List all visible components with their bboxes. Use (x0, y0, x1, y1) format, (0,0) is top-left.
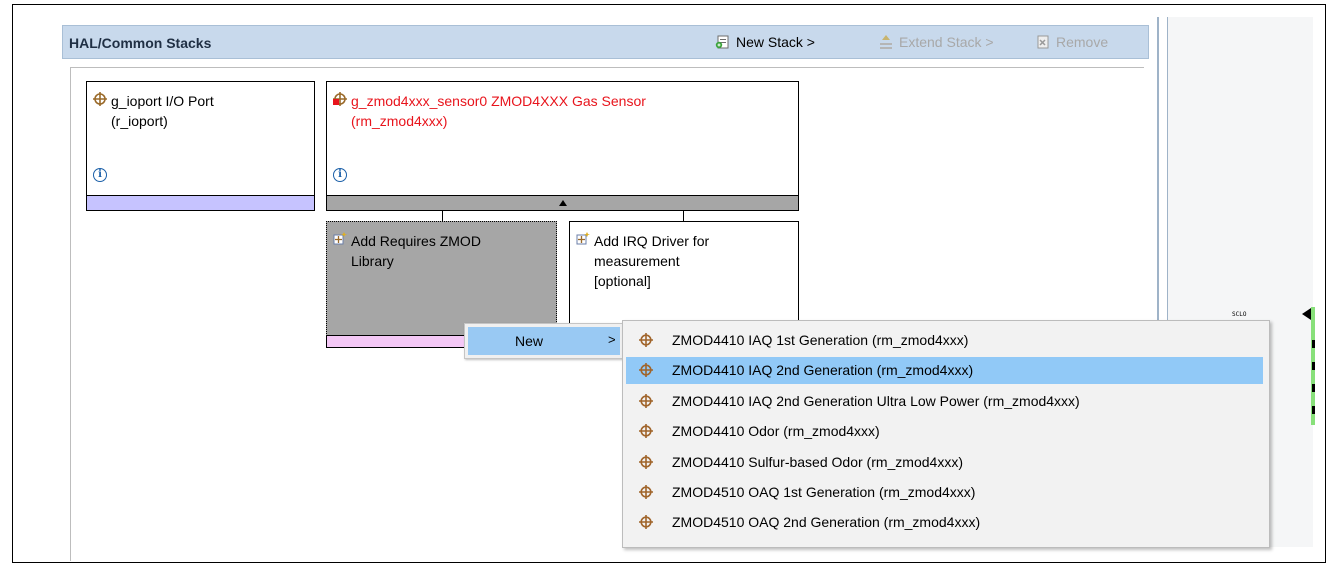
submenu-arrow-icon: > (608, 332, 616, 347)
remove-button[interactable]: Remove (1035, 34, 1108, 50)
menu-item-label: New (515, 333, 544, 349)
module-error-icon (333, 92, 347, 106)
add-irq-driver[interactable]: Add IRQ Driver for measurement [optional… (569, 221, 799, 331)
submenu-item[interactable]: ZMOD4410 Sulfur-based Odor (rm_zmod4xxx) (626, 449, 1263, 476)
info-icon[interactable]: i (333, 168, 347, 182)
remove-icon (1037, 35, 1049, 49)
module-ioport[interactable]: g_ioport I/O Port (r_ioport) i (86, 81, 315, 211)
module-icon (639, 333, 653, 347)
panel-title: HAL/Common Stacks (69, 35, 212, 51)
new-stack-button[interactable]: New Stack > (715, 34, 815, 50)
submenu-item-label: ZMOD4510 OAQ 2nd Generation (rm_zmod4xxx… (672, 514, 981, 531)
context-menu-new[interactable]: New > (468, 327, 620, 355)
module-label: g_ioport I/O Port (r_ioport) (111, 93, 214, 129)
submenu-item[interactable]: ZMOD4410 IAQ 1st Generation (rm_zmod4xxx… (626, 327, 1263, 354)
new-stack-label: New Stack > (736, 34, 815, 50)
submenu-item-label: ZMOD4510 OAQ 1st Generation (rm_zmod4xxx… (672, 484, 976, 500)
pin-label: SCLO (1232, 311, 1247, 318)
collapse-bar[interactable] (326, 195, 799, 211)
add-module-icon (576, 232, 590, 245)
stacks-panel-header: HAL/Common Stacks New Stack > Extend Sta… (62, 25, 1149, 59)
extend-stack-button[interactable]: Extend Stack > (878, 34, 994, 50)
submenu-item[interactable]: ZMOD4510 OAQ 1st Generation (rm_zmod4xxx… (626, 479, 1263, 506)
module-icon (639, 454, 653, 469)
module-label: Add IRQ Driver for measurement [optional… (594, 233, 710, 289)
module-label: g_zmod4xxx_sensor0 ZMOD4XXX Gas Sensor (… (351, 93, 646, 129)
collapse-icon (559, 200, 567, 206)
module-icon (639, 393, 653, 408)
module-icon (639, 485, 653, 499)
module-status-bar (86, 195, 315, 211)
submenu-item[interactable]: ZMOD4410 Odor (rm_zmod4xxx) (626, 418, 1263, 445)
pin-arrow-icon (1302, 308, 1311, 320)
add-module-icon (333, 232, 347, 245)
submenu-item-label: ZMOD4410 IAQ 2nd Generation (rm_zmod4xxx… (672, 362, 974, 379)
new-stack-icon (715, 35, 729, 49)
submenu-item-label: ZMOD4410 Sulfur-based Odor (rm_zmod4xxx) (672, 453, 963, 470)
submenu-item-label: ZMOD4410 IAQ 2nd Generation Ultra Low Po… (672, 392, 1080, 409)
submenu-item[interactable]: ZMOD4410 IAQ 2nd Generation (rm_zmod4xxx… (626, 357, 1263, 385)
module-icon (93, 92, 107, 106)
new-submenu: ZMOD4410 IAQ 1st Generation (rm_zmod4xxx… (622, 320, 1270, 548)
info-icon[interactable]: i (93, 168, 107, 182)
pin-marker (1312, 340, 1315, 348)
submenu-item-label: ZMOD4410 Odor (rm_zmod4xxx) (672, 423, 880, 440)
module-zmod4xxx-sensor[interactable]: g_zmod4xxx_sensor0 ZMOD4XXX Gas Sensor (… (326, 81, 799, 211)
submenu-item-label: ZMOD4410 IAQ 1st Generation (rm_zmod4xxx… (672, 332, 969, 348)
extend-stack-label: Extend Stack > (899, 34, 994, 50)
submenu-item[interactable]: ZMOD4510 OAQ 2nd Generation (rm_zmod4xxx… (626, 509, 1263, 536)
remove-label: Remove (1056, 34, 1109, 50)
context-menu: New > (464, 323, 624, 359)
module-label: Add Requires ZMOD Library (351, 233, 481, 269)
pin-marker (1312, 406, 1315, 414)
extend-stack-icon (880, 35, 892, 49)
module-icon (639, 363, 653, 378)
pin-marker (1312, 362, 1315, 370)
module-icon (639, 424, 653, 439)
submenu-item[interactable]: ZMOD4410 IAQ 2nd Generation Ultra Low Po… (626, 388, 1263, 415)
module-icon (639, 515, 653, 530)
pin-marker (1312, 384, 1315, 392)
